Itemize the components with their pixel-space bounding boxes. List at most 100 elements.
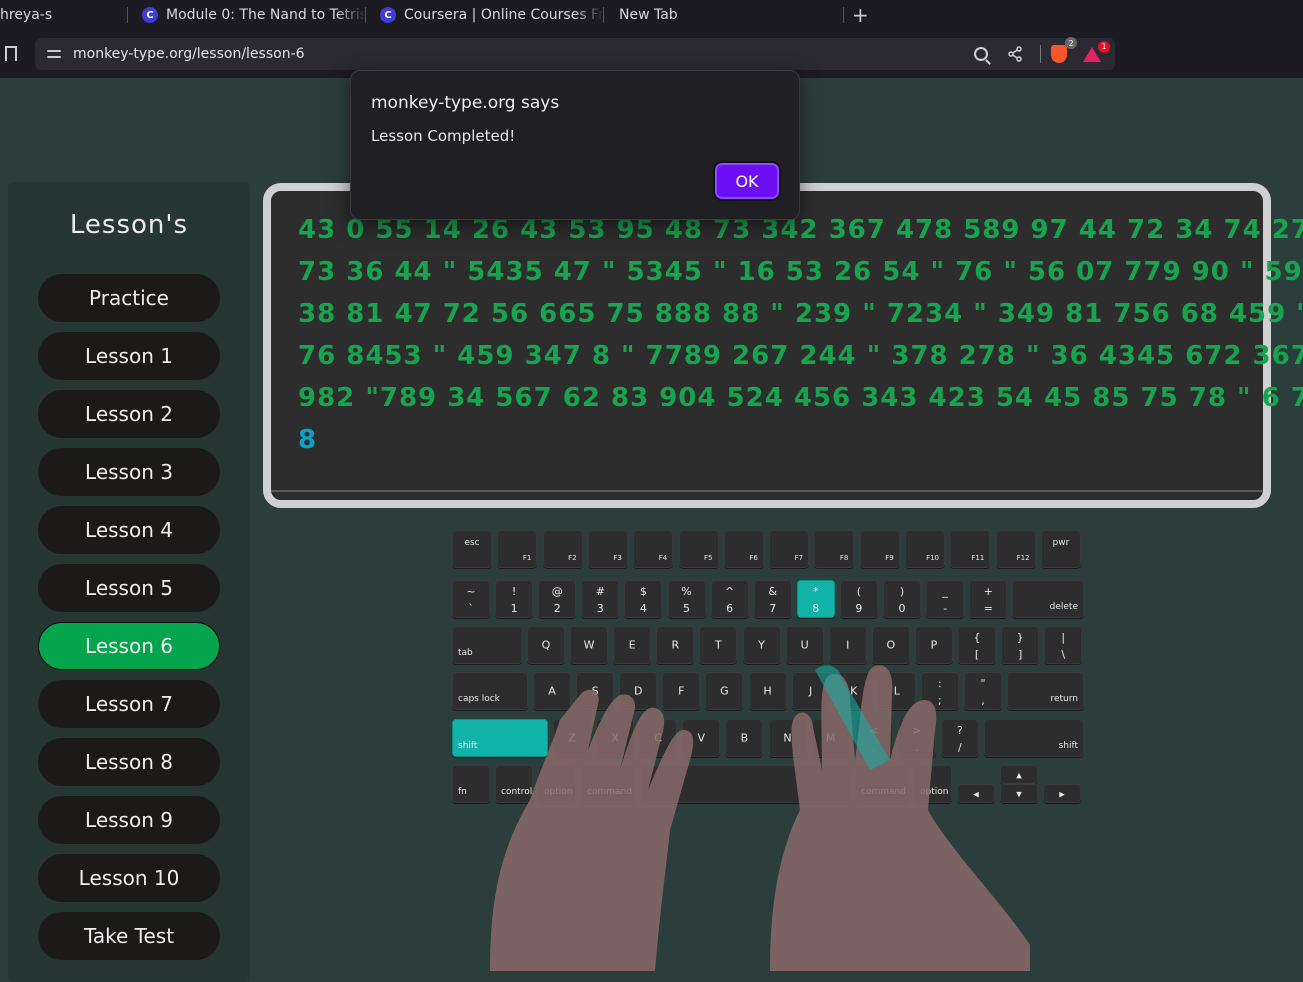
sidebar-item-lesson-10[interactable]: Lesson 10 [38, 854, 220, 902]
key-sym[interactable]: :; [920, 672, 959, 710]
bookmark-icon[interactable] [5, 46, 17, 61]
key-f12[interactable]: F12 [995, 530, 1036, 568]
key-f7[interactable]: F7 [769, 530, 810, 568]
key-delete[interactable]: delete [1012, 580, 1084, 618]
sidebar-item-practice[interactable]: Practice [38, 274, 220, 322]
key-r[interactable]: R [656, 626, 695, 664]
key-f2[interactable]: F2 [542, 530, 583, 568]
key-arrow-down[interactable]: ▾ [1000, 784, 1038, 803]
key-option[interactable]: option [538, 765, 576, 803]
key-w[interactable]: W [570, 626, 609, 664]
key-f3[interactable]: F3 [587, 530, 628, 568]
key-space[interactable] [640, 765, 850, 803]
brave-shields-icon[interactable]: 2 [1051, 37, 1077, 63]
key-f10[interactable]: F10 [905, 530, 945, 568]
share-icon[interactable] [1006, 45, 1024, 63]
key-sym[interactable]: <, [854, 719, 893, 757]
key-command-right[interactable]: command [855, 765, 909, 803]
sidebar-item-lesson-2[interactable]: Lesson 2 [38, 390, 220, 438]
key-sym[interactable]: ? / [940, 719, 979, 757]
zoom-icon[interactable] [972, 45, 990, 63]
tab-0[interactable]: hreya-s [0, 0, 128, 30]
key--[interactable]: _ - [926, 580, 965, 618]
key-2[interactable]: @2 [538, 580, 577, 618]
sidebar-item-lesson-5[interactable]: Lesson 5 [38, 564, 220, 612]
brave-rewards-icon[interactable]: 1 [1083, 40, 1110, 62]
key-tab[interactable]: tab [452, 626, 522, 664]
key-d[interactable]: D [619, 672, 658, 710]
key-8[interactable]: * 8 [796, 580, 835, 618]
key-h[interactable]: H [748, 672, 787, 710]
key-u[interactable]: U [785, 626, 824, 664]
key-0[interactable]: ) 0 [883, 580, 921, 618]
key-f[interactable]: F [662, 672, 701, 710]
key-option-right[interactable]: option [914, 765, 952, 803]
key-f8[interactable]: F8 [814, 530, 855, 568]
sidebar-item-take-test[interactable]: Take Test [38, 912, 220, 960]
key-a[interactable]: A [533, 672, 571, 710]
key-9[interactable]: (9 [839, 580, 878, 618]
key-t[interactable]: T [699, 626, 738, 664]
key-s[interactable]: S [576, 672, 615, 710]
key-sym[interactable]: }] [1001, 626, 1040, 664]
tab-coursera[interactable]: C Coursera | Online Courses Fr [366, 0, 604, 30]
key-arrow-left[interactable]: ◂ [957, 784, 995, 803]
key-sym[interactable]: ", [964, 672, 1002, 710]
key-caps-lock[interactable]: caps lock [452, 672, 528, 710]
url-text[interactable]: monkey-type.org/lesson/lesson-6 [73, 46, 972, 62]
key-return[interactable]: return [1007, 672, 1084, 710]
sidebar-item-lesson-4[interactable]: Lesson 4 [38, 506, 220, 554]
key-v[interactable]: V [682, 719, 721, 757]
key-=[interactable]: + = [969, 580, 1008, 618]
key-7[interactable]: & 7 [753, 580, 792, 618]
key-3[interactable]: #3 [581, 580, 620, 618]
key-f5[interactable]: F5 [678, 530, 719, 568]
key-f9[interactable]: F9 [859, 530, 900, 568]
sidebar-item-lesson-1[interactable]: Lesson 1 [38, 332, 220, 380]
key-k[interactable]: K [834, 672, 873, 710]
key-m[interactable]: M [811, 719, 850, 757]
key-b[interactable]: B [725, 719, 764, 757]
key-`[interactable]: ~ ` [452, 580, 490, 618]
sidebar-item-lesson-7[interactable]: Lesson 7 [38, 680, 220, 728]
sidebar-item-lesson-6[interactable]: Lesson 6 [38, 622, 220, 670]
key-x[interactable]: X [596, 719, 635, 757]
site-info-icon[interactable] [47, 48, 61, 60]
new-tab-button[interactable]: + [852, 3, 869, 27]
key-y[interactable]: Y [742, 626, 781, 664]
key-esc[interactable]: esc [452, 530, 492, 568]
key-c[interactable]: C [639, 719, 678, 757]
key-command[interactable]: command [581, 765, 635, 803]
tab-nand2tetris[interactable]: C Module 0: The Nand to Tetris [128, 0, 366, 30]
key-z[interactable]: Z [553, 719, 591, 757]
key-sym[interactable]: | \ [1044, 626, 1083, 664]
key-1[interactable]: ! 1 [495, 580, 534, 618]
typing-text-area[interactable]: 43 0 55 14 26 43 53 95 48 73 342 367 478… [263, 183, 1303, 508]
key-q[interactable]: Q [527, 626, 565, 664]
key-l[interactable]: L [877, 672, 916, 710]
key-4[interactable]: $4 [624, 580, 663, 618]
tab-new-tab[interactable]: New Tab [604, 0, 844, 30]
key-g[interactable]: G [705, 672, 744, 710]
key-fn[interactable]: fn [452, 765, 490, 803]
key-shift-left[interactable]: shift [452, 719, 548, 757]
key-arrow-up[interactable]: ▴ [1000, 765, 1038, 784]
key-f1[interactable]: F1 [497, 530, 538, 568]
key-n[interactable]: N [768, 719, 807, 757]
sidebar-item-lesson-9[interactable]: Lesson 9 [38, 796, 220, 844]
address-bar[interactable]: monkey-type.org/lesson/lesson-6 2 1 [35, 37, 1115, 70]
key-e[interactable]: E [613, 626, 652, 664]
key-f6[interactable]: F6 [723, 530, 764, 568]
key-o[interactable]: O [871, 626, 910, 664]
key-sym[interactable]: >. [897, 719, 936, 757]
key-pwr[interactable]: pwr [1040, 530, 1081, 568]
key-p[interactable]: P [914, 626, 953, 664]
key-control[interactable]: control [495, 765, 533, 803]
sidebar-item-lesson-8[interactable]: Lesson 8 [38, 738, 220, 786]
key-f4[interactable]: F4 [633, 530, 674, 568]
key-arrow-right[interactable]: ▸ [1043, 784, 1081, 803]
key-shift-right[interactable]: shift [984, 719, 1084, 757]
key-f11[interactable]: F11 [950, 530, 991, 568]
ok-button[interactable]: OK [713, 161, 781, 201]
key-6[interactable]: ^ 6 [710, 580, 749, 618]
